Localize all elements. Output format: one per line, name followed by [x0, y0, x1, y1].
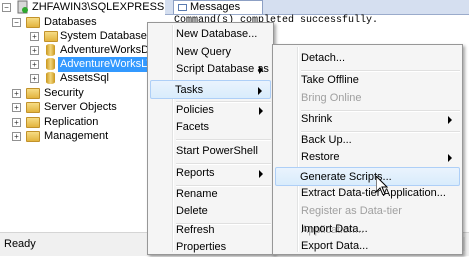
tree-label-management: Management [44, 130, 109, 142]
menu-item-label: Properties [176, 241, 227, 253]
message-icon [178, 4, 187, 11]
folder-icon [26, 117, 40, 128]
expand-icon[interactable]: + [30, 60, 39, 69]
database-context-menu: New Database... New Query Script Databas… [147, 22, 274, 255]
menu-item-extract-data-tier[interactable]: Extract Data-tier Application... [275, 184, 460, 203]
expand-icon[interactable]: + [12, 132, 21, 141]
submenu-arrow-icon [259, 66, 263, 74]
tree-label-system-databases: System Databases [60, 30, 153, 42]
menu-item-label: Export Data... [301, 240, 369, 252]
menu-item-label: Restore [301, 151, 340, 163]
tab-messages-label: Messages [190, 1, 241, 13]
expand-icon[interactable]: + [12, 89, 21, 98]
menu-item-bring-online: Bring Online [275, 89, 460, 108]
folder-icon [26, 88, 40, 99]
collapse-icon[interactable]: − [12, 18, 21, 27]
menu-item-reports[interactable]: Reports [150, 164, 271, 183]
database-icon [46, 44, 55, 56]
menu-item-detach[interactable]: Detach... [275, 49, 460, 68]
tree-label-replication: Replication [44, 116, 99, 128]
menu-item-take-offline[interactable]: Take Offline [275, 71, 460, 90]
submenu-arrow-icon [259, 170, 263, 178]
tree-label-databases: Databases [44, 16, 97, 28]
folder-icon [26, 131, 40, 142]
menu-item-delete[interactable]: Delete [150, 202, 271, 221]
tasks-submenu: Detach... Take Offline Bring Online Shri… [272, 44, 463, 255]
mouse-pointer-icon [376, 176, 388, 195]
menu-item-start-powershell[interactable]: Start PowerShell [150, 142, 271, 161]
menu-separator [176, 139, 271, 141]
expand-icon[interactable]: + [30, 46, 39, 55]
submenu-arrow-icon [448, 116, 452, 124]
folder-icon [26, 17, 40, 28]
menu-item-label: Facets [176, 121, 210, 133]
menu-item-label: Detach... [301, 52, 346, 64]
folder-icon [44, 31, 58, 42]
tree-label-database: AssetsSql [60, 72, 109, 84]
server-icon [17, 0, 28, 14]
object-explorer-tree: − ZHFAWIN3\SQLEXPRESS (SQL S − Databases… [0, 0, 203, 232]
menu-item-label: Reports [176, 167, 215, 179]
menu-item-label: Shrink [301, 113, 333, 125]
submenu-arrow-icon [448, 154, 452, 162]
menu-item-facets[interactable]: Facets [150, 118, 271, 137]
submenu-arrow-icon [258, 87, 262, 95]
menu-item-tasks[interactable]: Tasks [150, 80, 271, 99]
tree-label-security: Security [44, 87, 84, 99]
tree-label-server-objects: Server Objects [44, 101, 117, 113]
menu-item-export-data[interactable]: Export Data... [275, 237, 460, 256]
database-icon [46, 58, 55, 70]
folder-icon [26, 102, 40, 113]
submenu-arrow-icon [259, 107, 263, 115]
menu-item-label: Script Database as [176, 63, 269, 75]
tab-messages[interactable]: Messages [173, 0, 263, 14]
menu-item-register-data-tier: Register as Data-tier Application... [275, 202, 460, 236]
expand-icon[interactable]: + [30, 32, 39, 41]
expand-icon[interactable]: + [12, 103, 21, 112]
menu-item-restore[interactable]: Restore [275, 148, 460, 167]
menu-item-label: Take Offline [301, 74, 359, 86]
expand-icon[interactable]: + [12, 118, 21, 127]
menu-item-label: New Database... [176, 28, 258, 40]
database-icon [46, 72, 55, 84]
menu-item-properties[interactable]: Properties [150, 238, 271, 257]
results-tab-strip: Messages [165, 0, 469, 15]
menu-item-new-database[interactable]: New Database... [150, 25, 271, 44]
expand-icon[interactable]: + [30, 74, 39, 83]
menu-item-label: Bring Online [301, 92, 362, 104]
menu-item-script-database-as[interactable]: Script Database as [150, 60, 271, 79]
menu-item-label: Start PowerShell [176, 145, 258, 157]
menu-item-label: Tasks [175, 84, 204, 96]
menu-item-label: Delete [176, 205, 208, 217]
menu-item-shrink[interactable]: Shrink [275, 110, 460, 129]
status-text: Ready [4, 238, 36, 250]
menu-item-label: Extract Data-tier Application... [301, 187, 446, 199]
collapse-icon[interactable]: − [2, 3, 11, 12]
